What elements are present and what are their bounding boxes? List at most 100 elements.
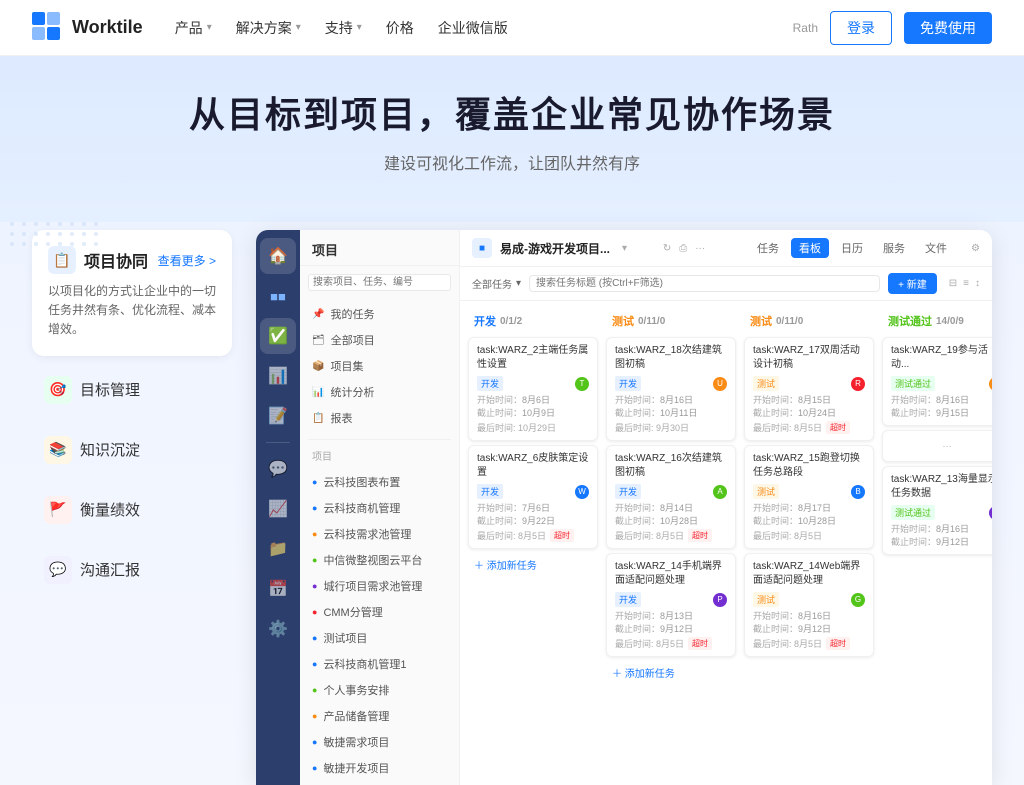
project-item[interactable]: ● 敏捷开发项目 [300, 755, 459, 781]
sidebar-doc[interactable]: 📝 [260, 398, 296, 434]
tab-kanban[interactable]: 看板 [791, 238, 829, 258]
task-search-input[interactable] [529, 275, 880, 292]
project-item[interactable]: ● 中信微整视图云平台 [300, 547, 459, 573]
sidebar-chart[interactable]: 📊 [260, 358, 296, 394]
kanban-card[interactable]: task:WARZ_15跑登切换任务总路段 测试 B 开始时间：8月17日 截止… [744, 445, 874, 549]
sidebar-report[interactable]: 📈 [260, 491, 296, 527]
sidebar-files[interactable]: 📁 [260, 531, 296, 567]
project-item[interactable]: ● 云科技图表布置 [300, 469, 459, 495]
sort-icon[interactable]: ↕ [975, 278, 980, 289]
card-status-tag: 开发 [615, 484, 641, 499]
menu-all-projects[interactable]: 🗂全部项目 [300, 327, 459, 353]
project-item[interactable]: ● CMM分管理 [300, 599, 459, 625]
col-count-dev: 0/1/2 [500, 316, 522, 327]
card-avatar: T [575, 377, 589, 391]
project-item[interactable]: ● 测试项目 [300, 625, 459, 651]
feature-project[interactable]: 📋 项目协同 查看更多 > 以项目化的方式让企业中的一切任务井然有条、优化流程、… [32, 230, 232, 356]
add-task-dev[interactable]: ＋ 添加新任务 [468, 553, 598, 576]
project-item[interactable]: ● 云科技商机管理 [300, 495, 459, 521]
tab-service[interactable]: 服务 [875, 238, 913, 258]
add-task-test[interactable]: ＋ 添加新任务 [606, 661, 736, 684]
sidebar-project[interactable]: ■■ [260, 278, 296, 314]
menu-analysis[interactable]: 📊统计分析 [300, 379, 459, 405]
menu-my-tasks[interactable]: 📌我的任务 [300, 301, 459, 327]
menu-report[interactable]: 📋报表 [300, 405, 459, 431]
chevron-icon: ▾ [516, 278, 521, 289]
login-button[interactable]: 登录 [830, 11, 892, 45]
add-task-button[interactable]: + 新建 [888, 273, 937, 294]
kanban-card[interactable]: task:WARZ_2主端任务属性设置 开发 T 开始时间：8月6日 截止时间：… [468, 337, 598, 441]
card-end-label: 截止时间：9月15日 [891, 406, 992, 419]
left-panel-title: 项目 [300, 230, 459, 266]
sidebar-calendar[interactable]: 📅 [260, 571, 296, 607]
card-title: task:WARZ_17双周活动设计初稿 [753, 344, 865, 372]
hero-subtitle: 建设可视化工作流，让团队井然有序 [0, 150, 1024, 174]
board-tabs: 任务 看板 日历 服务 文件 [749, 238, 955, 258]
card-start-label: 开始时间：8月17日 [753, 501, 865, 514]
card-end-label: 截止时间：9月22日 [477, 514, 589, 527]
project-item[interactable]: ● 云科技需求池管理 [300, 521, 459, 547]
more-icon[interactable]: ··· [695, 243, 705, 254]
group-icon[interactable]: ≡ [963, 278, 969, 289]
logo-text: Worktile [72, 17, 143, 38]
card-avatar: W [575, 485, 589, 499]
feature-link[interactable]: 查看更多 > [158, 252, 216, 269]
project-item[interactable]: ● 城行项目需求池管理 [300, 573, 459, 599]
card-status-tag: 测试通过 [891, 376, 935, 391]
sidebar-divider [266, 442, 290, 443]
tab-calendar[interactable]: 日历 [833, 238, 871, 258]
card-status-tag: 测试 [753, 376, 779, 391]
tab-task[interactable]: 任务 [749, 238, 787, 258]
kanban-card[interactable]: task:WARZ_6皮肤策定设置 开发 W 开始时间：7月6日 截止时间：9月… [468, 445, 598, 549]
card-end-label: 截止时间：10月9日 [477, 406, 589, 419]
nav-product[interactable]: 产品 ▾ [175, 18, 212, 38]
nav-solution[interactable]: 解决方案 ▾ [236, 18, 301, 38]
kanban-card[interactable]: ··· [882, 430, 992, 462]
sidebar-settings[interactable]: ⚙️ [260, 611, 296, 647]
board-area: ■ 易成-游戏开发项目... ▾ ↻ ⎙ ··· 任务 看板 日历 服务 [460, 230, 992, 785]
kanban-card[interactable]: task:WARZ_13海量显示任务数据 测试通过 V 开始时间：8月16日 截… [882, 466, 992, 555]
kanban-card[interactable]: task:WARZ_16次结建筑图初稿 开发 A 开始时间：8月14日 截止时间… [606, 445, 736, 549]
nav-price[interactable]: 价格 [386, 18, 414, 38]
feature-goal[interactable]: 🎯 目标管理 [32, 364, 232, 416]
settings-icon[interactable]: ⚙ [971, 243, 980, 254]
kanban-card[interactable]: task:WARZ_14手机端界面适配问题处理 开发 P 开始时间：8月13日 … [606, 553, 736, 657]
tab-file[interactable]: 文件 [917, 238, 955, 258]
card-title: task:WARZ_13海量显示任务数据 [891, 473, 992, 501]
refresh-icon[interactable]: ↻ [663, 243, 671, 254]
project-search-input[interactable] [308, 274, 451, 291]
sidebar-home[interactable]: 🏠 [260, 238, 296, 274]
overdue-tag: 超时 [688, 529, 712, 542]
nav-support[interactable]: 支持 ▾ [325, 18, 362, 38]
col-header-test2: 测试 0/11/0 [744, 309, 874, 333]
chevron-down-icon: ▾ [357, 22, 362, 33]
project-item[interactable]: ● 产品储备管理 [300, 703, 459, 729]
kanban-card[interactable]: task:WARZ_14Web端界面适配问题处理 测试 G 开始时间：8月16日… [744, 553, 874, 657]
menu-project-set[interactable]: 📦项目集 [300, 353, 459, 379]
user-email: Rath [793, 21, 818, 35]
project-item[interactable]: ● 个人事务安排 [300, 677, 459, 703]
share-icon[interactable]: ⎙ [679, 243, 687, 254]
card-avatar: A [713, 485, 727, 499]
kanban-card[interactable]: task:WARZ_18次结建筑图初稿 开发 U 开始时间：8月16日 截止时间… [606, 337, 736, 441]
project-item[interactable]: ● 敏捷需求项目 [300, 729, 459, 755]
project-item[interactable]: ● 云科技商机管理1 [300, 651, 459, 677]
kanban-col-test2: 测试 0/11/0 task:WARZ_17双周活动设计初稿 测试 R 开始时间… [744, 309, 874, 777]
free-trial-button[interactable]: 免费使用 [904, 12, 992, 44]
col-title-test2: 测试 [750, 313, 772, 329]
sidebar-task[interactable]: ✅ [260, 318, 296, 354]
kanban-card[interactable]: task:WARZ_19参与活动... 测试通过 O 开始时间：8月16日 截止… [882, 337, 992, 426]
col-title-dev: 开发 [474, 313, 496, 329]
nav-wechat[interactable]: 企业微信版 [438, 18, 508, 38]
feature-knowledge[interactable]: 📚 知识沉淀 [32, 424, 232, 476]
feature-performance[interactable]: 🚩 衡量绩效 [32, 484, 232, 536]
logo[interactable]: Worktile [32, 12, 143, 44]
board-icon: ■ [472, 238, 492, 258]
chevron-down-icon: ▾ [207, 22, 212, 33]
filter-all-tasks[interactable]: 全部任务 ▾ [472, 276, 521, 291]
filter-icon[interactable]: ⊟ [949, 278, 957, 289]
feature-report[interactable]: 💬 沟通汇报 [32, 544, 232, 596]
view-options: ⊟ ≡ ↕ [949, 278, 980, 289]
kanban-card[interactable]: task:WARZ_17双周活动设计初稿 测试 R 开始时间：8月15日 截止时… [744, 337, 874, 441]
sidebar-chat[interactable]: 💬 [260, 451, 296, 487]
